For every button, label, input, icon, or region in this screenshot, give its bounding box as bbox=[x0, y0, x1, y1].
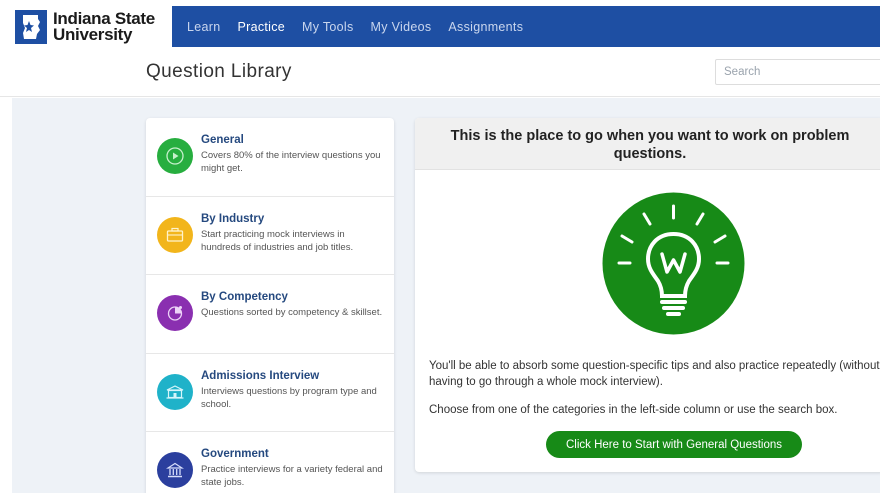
main-nav: Learn Practice My Tools My Videos Assign… bbox=[172, 6, 880, 47]
category-description: Questions sorted by competency & skillse… bbox=[201, 307, 383, 318]
category-title: General bbox=[201, 134, 244, 146]
category-title: By Industry bbox=[201, 212, 265, 225]
search-input[interactable] bbox=[715, 59, 880, 85]
brand-line-2: University bbox=[53, 25, 133, 44]
nav-my-tools[interactable]: My Tools bbox=[302, 20, 354, 34]
category-general[interactable]: General Covers 80% of the interview ques… bbox=[146, 118, 394, 197]
category-by-industry[interactable]: By Industry Start practicing mock interv… bbox=[146, 197, 394, 275]
category-description: Interviews questions by program type and… bbox=[201, 385, 377, 410]
info-panel: This is the place to go when you want to… bbox=[415, 118, 880, 472]
nav-assignments[interactable]: Assignments bbox=[448, 20, 523, 34]
category-government[interactable]: Government Practice interviews for a var… bbox=[146, 432, 394, 493]
nav-practice[interactable]: Practice bbox=[237, 20, 285, 34]
panel-paragraph-1: You'll be able to absorb some question-s… bbox=[429, 360, 880, 388]
category-admissions-interview[interactable]: Admissions Interview Interviews question… bbox=[146, 354, 394, 432]
lightbulb-icon bbox=[602, 192, 745, 335]
university-logo[interactable]: Indiana State University bbox=[15, 8, 175, 46]
play-icon bbox=[157, 138, 193, 174]
nav-learn[interactable]: Learn bbox=[187, 20, 220, 34]
title-bar: Question Library bbox=[0, 47, 880, 97]
school-icon bbox=[157, 373, 193, 410]
briefcase-icon bbox=[157, 216, 193, 253]
panel-header: This is the place to go when you want to… bbox=[415, 118, 880, 170]
start-general-questions-button[interactable]: Click Here to Start with General Questio… bbox=[546, 431, 802, 458]
category-title: By Competency bbox=[201, 291, 288, 303]
category-description: Covers 80% of the interview questions yo… bbox=[201, 150, 381, 174]
government-building-icon bbox=[157, 452, 193, 488]
category-list: General Covers 80% of the interview ques… bbox=[146, 118, 394, 493]
category-title: Admissions Interview bbox=[201, 369, 320, 382]
state-map-icon bbox=[15, 10, 47, 44]
panel-paragraph-2: Choose from one of the categories in the… bbox=[429, 404, 838, 416]
nav-my-videos[interactable]: My Videos bbox=[371, 20, 432, 34]
page-title: Question Library bbox=[146, 61, 292, 82]
category-description: Start practicing mock interviews in hund… bbox=[201, 228, 354, 253]
category-title: Government bbox=[201, 448, 269, 460]
competency-chart-icon bbox=[157, 295, 193, 331]
category-description: Practice interviews for a variety federa… bbox=[201, 464, 383, 488]
category-by-competency[interactable]: By Competency Questions sorted by compet… bbox=[146, 275, 394, 354]
panel-heading: This is the place to go when you want to… bbox=[450, 128, 850, 162]
panel-text: You'll be able to absorb some question-s… bbox=[429, 358, 880, 430]
